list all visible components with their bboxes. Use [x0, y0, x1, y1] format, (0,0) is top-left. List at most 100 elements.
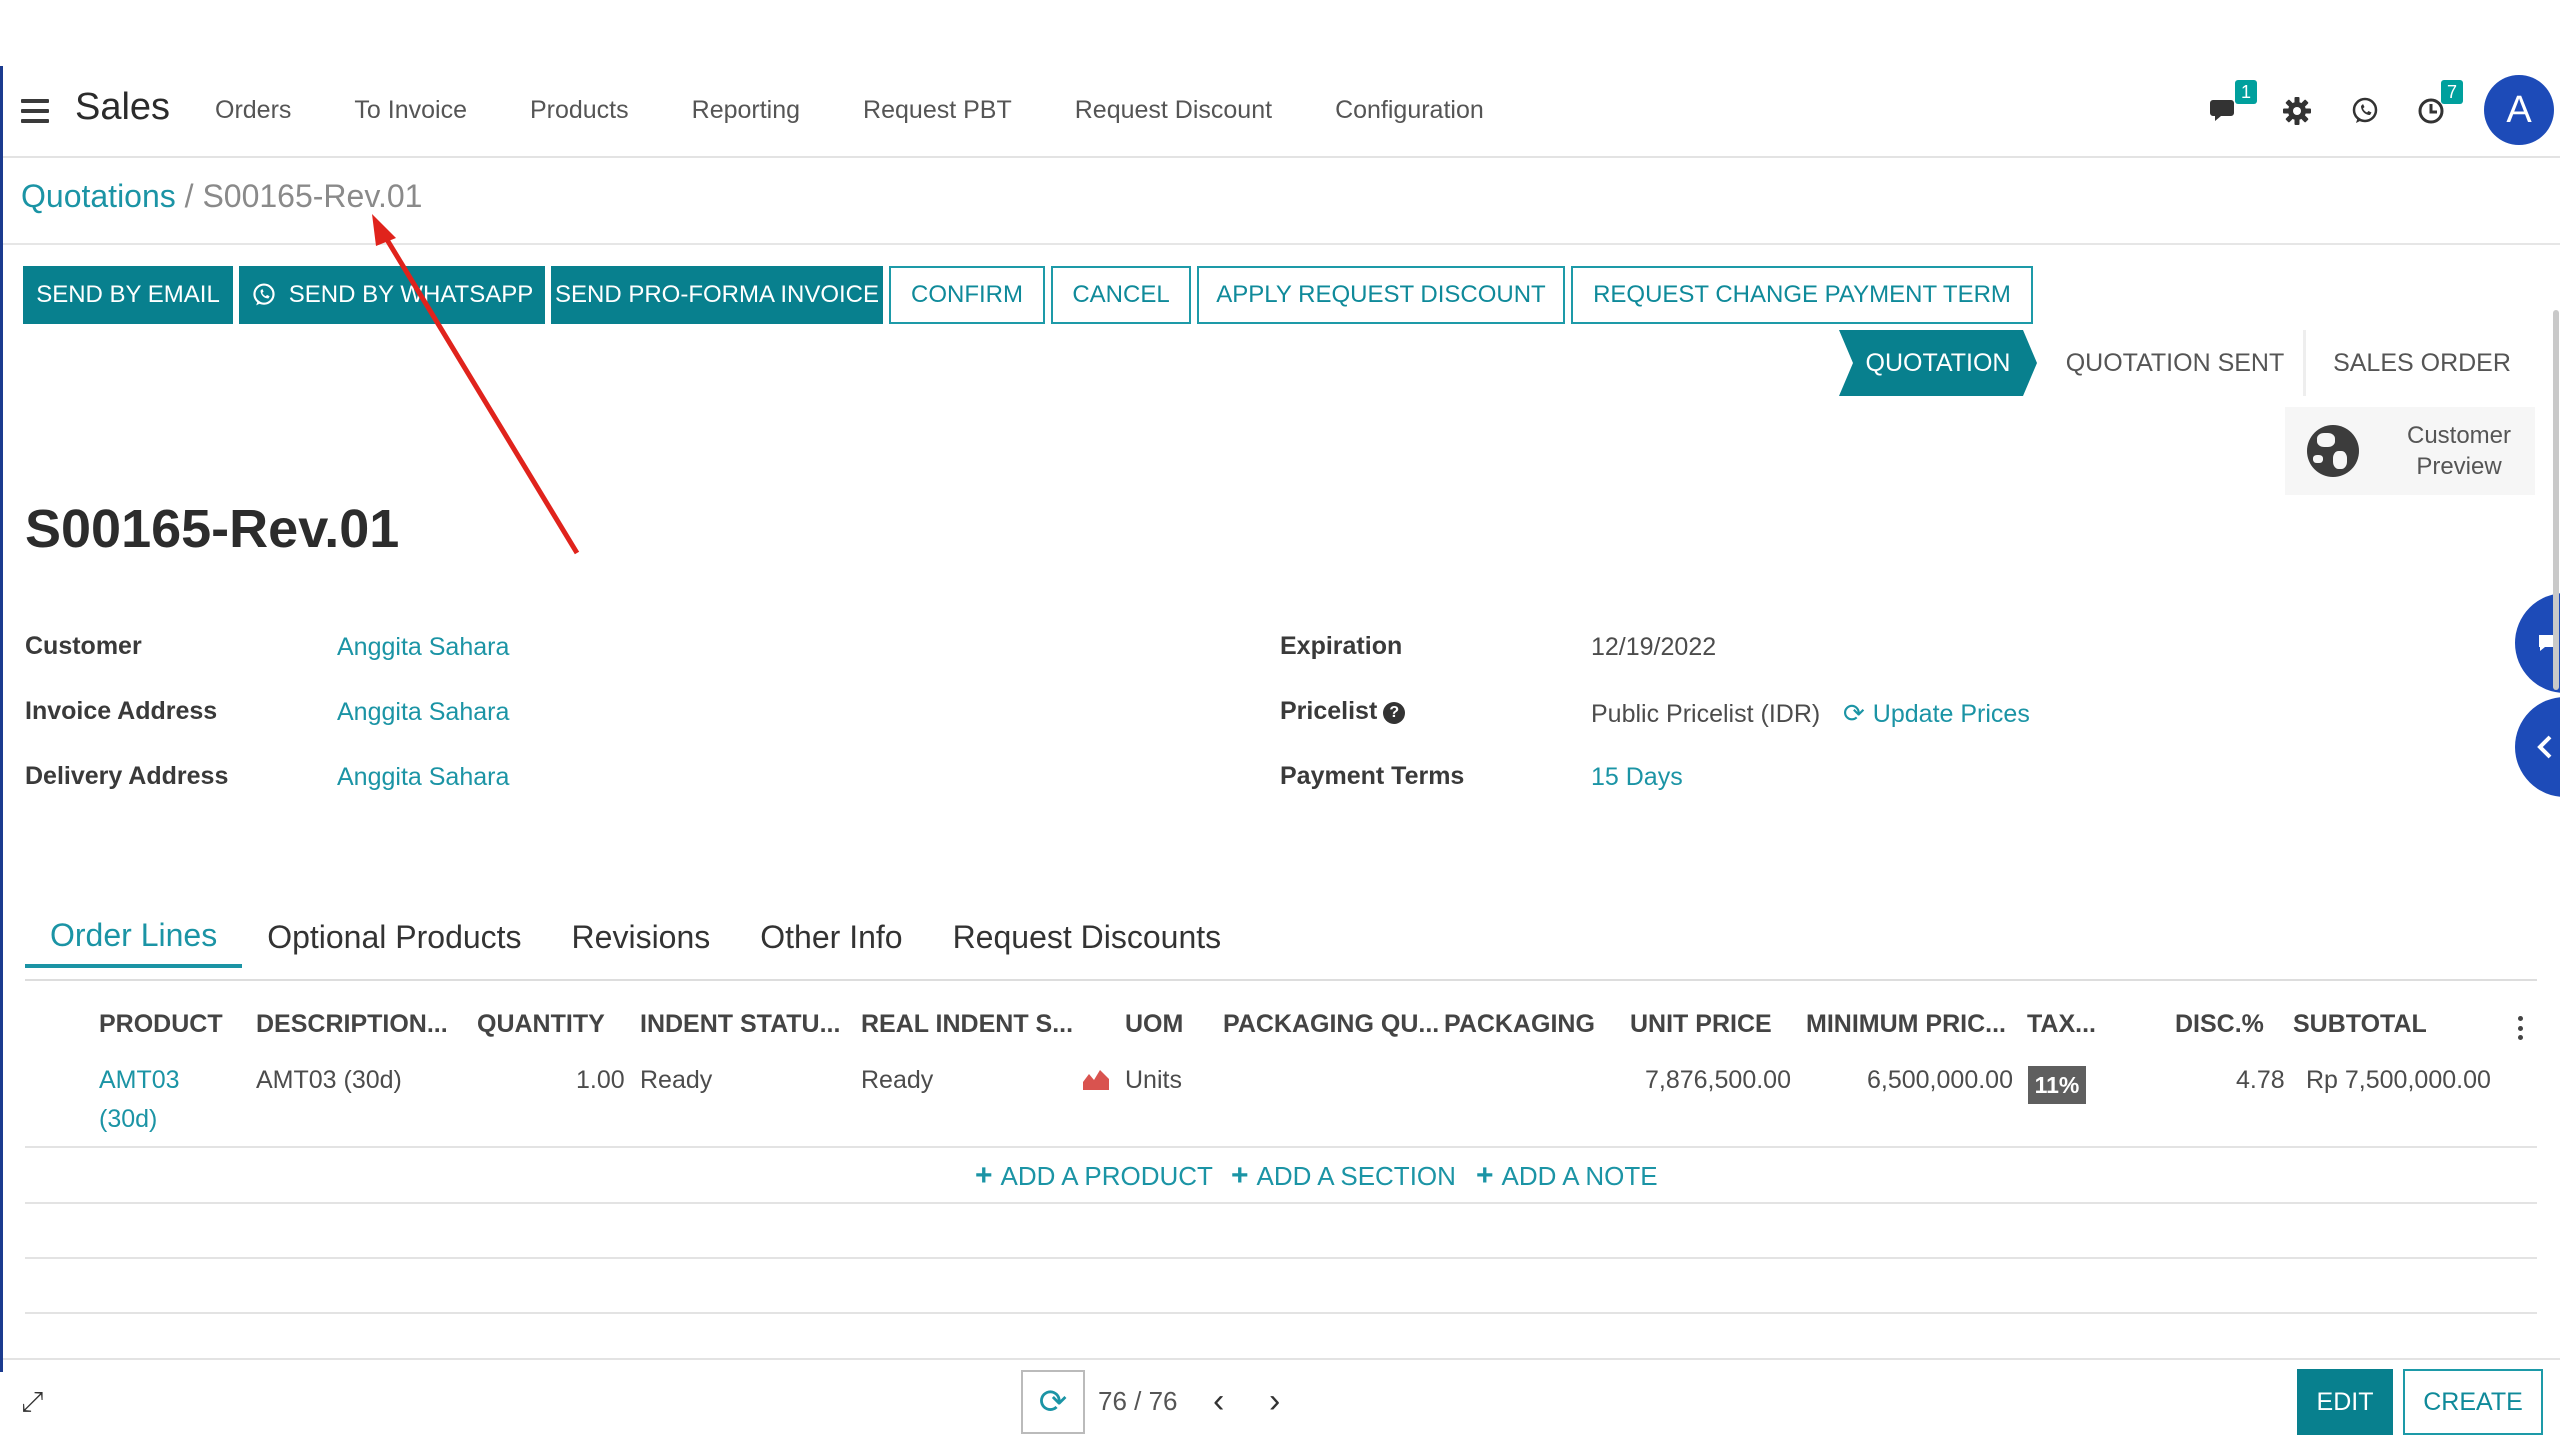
messages-icon[interactable]: 1	[2203, 80, 2257, 136]
add-note-label: ADD A NOTE	[1501, 1161, 1658, 1191]
create-button[interactable]: CREATE	[2403, 1369, 2543, 1435]
delivery-address-label: Delivery Address	[25, 762, 229, 790]
whatsapp-icon	[253, 283, 275, 306]
cell-product-line2[interactable]: (30d)	[99, 1105, 157, 1134]
menu-to-invoice[interactable]: To Invoice	[354, 96, 467, 125]
cell-unit-price[interactable]: 7,876,500.00	[1645, 1066, 1791, 1095]
send-proforma-invoice-button[interactable]: SEND PRO-FORMA INVOICE	[551, 266, 883, 324]
breadcrumb: Quotations / S00165-Rev.01	[21, 178, 422, 215]
pager-previous-icon[interactable]: ‹	[1213, 1382, 1224, 1421]
add-section-label: ADD A SECTION	[1256, 1161, 1456, 1191]
tax-tag[interactable]: 11%	[2028, 1066, 2086, 1104]
activity-badge: 7	[2440, 80, 2463, 104]
update-prices-button[interactable]: ⟳ Update Prices	[1843, 698, 2030, 729]
customer-preview-line2: Preview	[2416, 453, 2502, 480]
pager-value[interactable]: 76 / 76	[1098, 1386, 1178, 1417]
cancel-button[interactable]: CANCEL	[1051, 266, 1191, 324]
cell-minimum-price[interactable]: 6,500,000.00	[1867, 1066, 2013, 1095]
column-discount[interactable]: DISC.%	[2175, 1010, 2264, 1039]
column-tax[interactable]: TAX...	[2027, 1010, 2096, 1039]
apply-request-discount-button[interactable]: APPLY REQUEST DISCOUNT	[1197, 266, 1565, 324]
column-quantity[interactable]: QUANTITY	[477, 1010, 605, 1039]
top-navbar: Sales Orders To Invoice Products Reporti…	[3, 66, 2560, 158]
table-row-divider	[25, 1312, 2537, 1314]
help-icon[interactable]: ?	[1383, 702, 1406, 724]
column-subtotal[interactable]: SUBTOTAL	[2293, 1010, 2427, 1039]
edit-button[interactable]: EDIT	[2297, 1369, 2393, 1435]
column-unit-price[interactable]: UNIT PRICE	[1630, 1010, 1772, 1039]
whatsapp-icon[interactable]	[2343, 86, 2387, 136]
menu-products[interactable]: Products	[530, 96, 629, 125]
breadcrumb-separator: /	[175, 178, 203, 214]
scrollbar[interactable]	[2553, 310, 2559, 690]
forecast-chart-icon[interactable]	[1082, 1066, 1110, 1097]
cell-uom[interactable]: Units	[1125, 1066, 1182, 1095]
cell-quantity[interactable]: 1.00	[576, 1066, 625, 1095]
menu-orders[interactable]: Orders	[215, 96, 291, 125]
collapse-chevron-icon[interactable]	[2515, 697, 2560, 797]
tab-revisions[interactable]: Revisions	[547, 906, 736, 968]
delivery-address-field[interactable]: Anggita Sahara	[337, 763, 509, 792]
add-note-link[interactable]: + ADD A NOTE	[1476, 1159, 1658, 1193]
add-product-link[interactable]: + ADD A PRODUCT	[975, 1159, 1213, 1193]
request-change-payment-term-button[interactable]: REQUEST CHANGE PAYMENT TERM	[1571, 266, 2033, 324]
status-quotation-sent[interactable]: QUOTATION SENT	[2043, 330, 2307, 396]
cell-product-line1[interactable]: AMT03	[99, 1066, 180, 1095]
send-by-whatsapp-label: SEND BY WHATSAPP	[288, 281, 534, 308]
send-by-whatsapp-button[interactable]: SEND BY WHATSAPP	[239, 266, 545, 324]
status-divider	[2303, 330, 2306, 396]
expand-icon[interactable]: ⤢	[21, 1386, 43, 1419]
column-uom[interactable]: UOM	[1125, 1010, 1183, 1039]
status-quotation[interactable]: QUOTATION	[1839, 330, 2037, 396]
pricelist-label: Pricelist?	[1280, 697, 1406, 726]
column-minimum-price[interactable]: MINIMUM PRIC...	[1806, 1010, 2006, 1039]
app-name[interactable]: Sales	[75, 86, 170, 129]
table-row-divider	[25, 1202, 2537, 1204]
cell-description[interactable]: AMT03 (30d)	[256, 1066, 402, 1095]
pager-next-icon[interactable]: ›	[1269, 1382, 1280, 1421]
hamburger-menu-icon[interactable]	[21, 99, 49, 123]
customer-label: Customer	[25, 632, 142, 660]
confirm-button[interactable]: CONFIRM	[889, 266, 1045, 324]
pricelist-field[interactable]: Public Pricelist (IDR)	[1591, 700, 1820, 729]
tab-order-lines[interactable]: Order Lines	[25, 906, 243, 968]
messages-badge: 1	[2234, 80, 2257, 104]
cell-discount[interactable]: 4.78	[2236, 1066, 2285, 1095]
payment-terms-label: Payment Terms	[1280, 762, 1465, 790]
invoice-address-field[interactable]: Anggita Sahara	[337, 698, 509, 727]
record-title: S00165-Rev.01	[25, 499, 400, 559]
breadcrumb-quotations[interactable]: Quotations	[21, 178, 176, 214]
expiration-field[interactable]: 12/19/2022	[1591, 633, 1716, 662]
plus-icon: +	[1231, 1159, 1249, 1192]
menu-configuration[interactable]: Configuration	[1335, 96, 1484, 125]
settings-gear-icon[interactable]	[2275, 86, 2319, 136]
tab-divider	[25, 979, 2537, 981]
user-avatar[interactable]: A	[2484, 75, 2554, 145]
column-packaging[interactable]: PACKAGING	[1444, 1010, 1595, 1039]
cell-real-indent-status[interactable]: Ready	[861, 1066, 933, 1095]
tab-other-info[interactable]: Other Info	[735, 906, 927, 968]
customer-preview-button[interactable]: Customer Preview	[2285, 407, 2535, 495]
column-indent-status[interactable]: INDENT STATU...	[640, 1010, 840, 1039]
status-sales-order[interactable]: SALES ORDER	[2315, 330, 2529, 396]
invoice-address-label: Invoice Address	[25, 697, 218, 725]
breadcrumb-current: S00165-Rev.01	[202, 178, 423, 214]
cell-indent-status[interactable]: Ready	[640, 1066, 712, 1095]
reload-icon[interactable]: ⟳	[1021, 1370, 1085, 1434]
tab-request-discounts[interactable]: Request Discounts	[928, 906, 1247, 968]
column-real-indent-status[interactable]: REAL INDENT S...	[861, 1010, 1073, 1039]
activity-clock-icon[interactable]: 7	[2409, 80, 2463, 136]
column-product[interactable]: PRODUCT	[99, 1010, 223, 1039]
pricelist-label-text: Pricelist	[1280, 697, 1378, 725]
send-by-email-button[interactable]: SEND BY EMAIL	[23, 266, 233, 324]
menu-request-discount[interactable]: Request Discount	[1075, 96, 1272, 125]
column-description[interactable]: DESCRIPTION...	[256, 1010, 448, 1039]
column-packaging-quantity[interactable]: PACKAGING QU...	[1223, 1010, 1439, 1039]
tab-optional-products[interactable]: Optional Products	[242, 906, 546, 968]
menu-reporting[interactable]: Reporting	[692, 96, 800, 125]
customer-field[interactable]: Anggita Sahara	[337, 633, 509, 662]
payment-terms-field[interactable]: 15 Days	[1591, 763, 1683, 792]
menu-request-pbt[interactable]: Request PBT	[863, 96, 1012, 125]
optional-columns-kebab-icon[interactable]	[2518, 1016, 2524, 1040]
add-section-link[interactable]: + ADD A SECTION	[1231, 1159, 1456, 1193]
